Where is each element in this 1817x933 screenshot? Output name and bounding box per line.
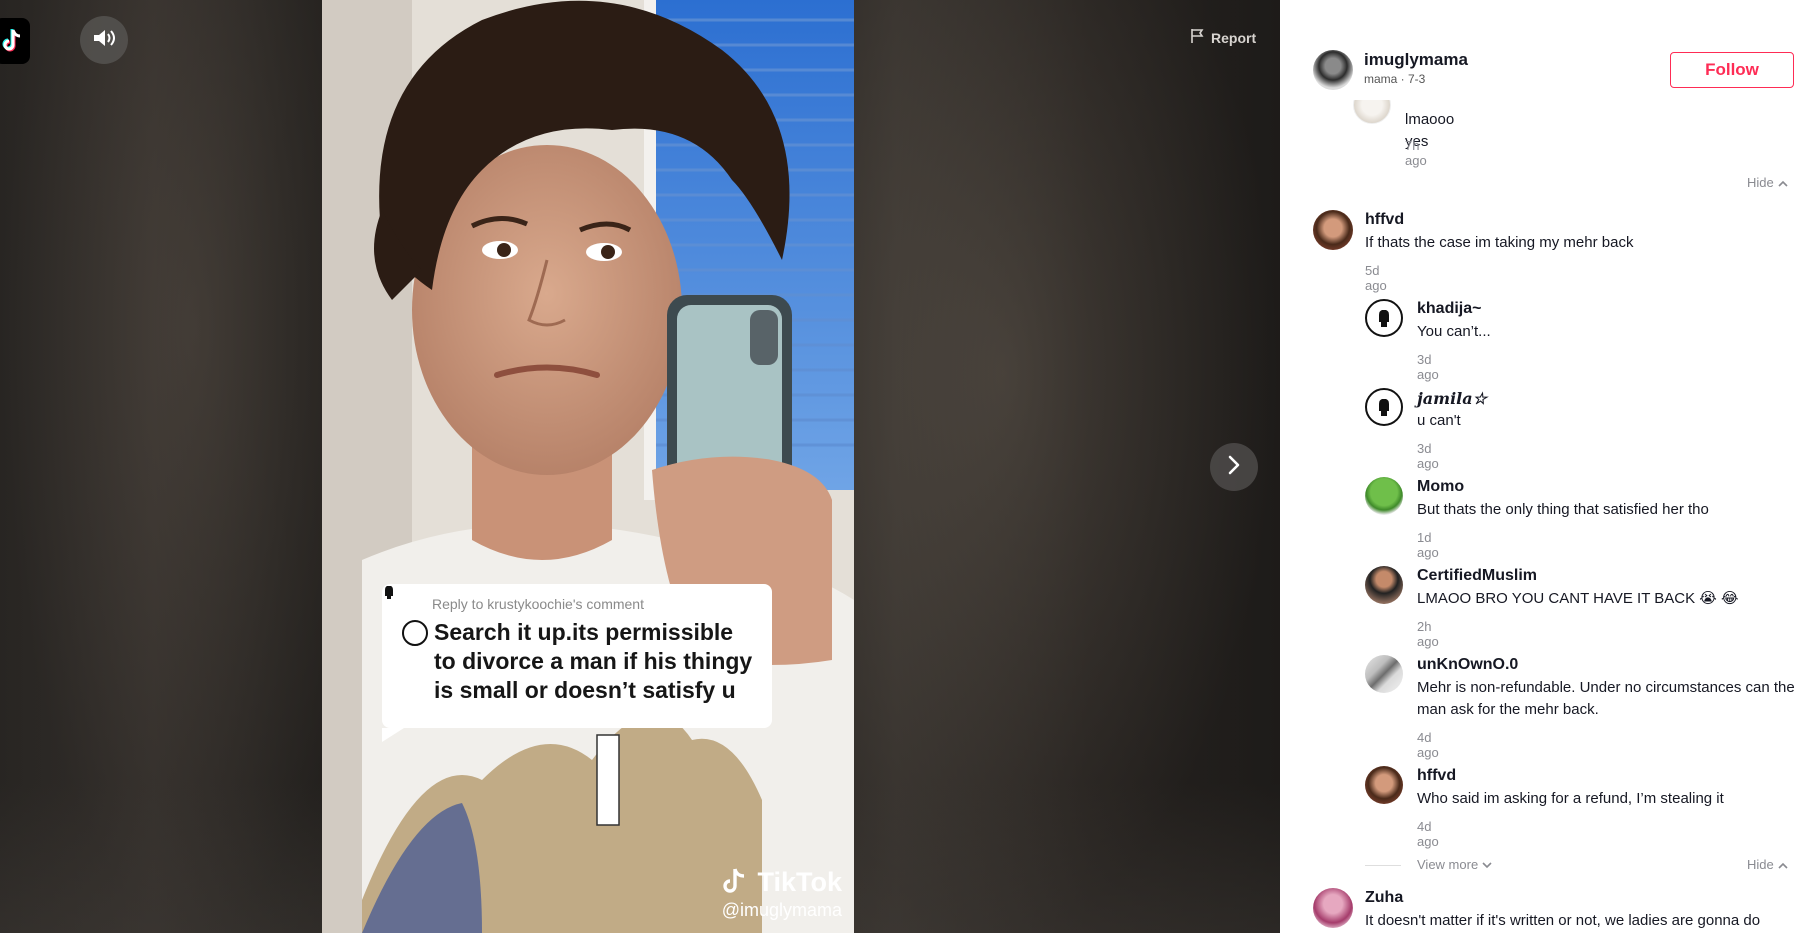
- hide-replies-button[interactable]: Hide: [1747, 175, 1788, 190]
- chevron-up-icon: [1778, 175, 1788, 190]
- watermark-handle: @imuglymama: [721, 900, 842, 920]
- comment-username[interactable]: hffvd: [1417, 767, 1456, 785]
- author-avatar[interactable]: [1313, 50, 1353, 90]
- avatar[interactable]: [1365, 655, 1403, 693]
- comment-time: 4d ago: [1417, 819, 1439, 849]
- follow-button[interactable]: Follow: [1670, 52, 1794, 88]
- raised-fist-icon[interactable]: [1365, 299, 1403, 337]
- author-nickname-date: mama · 7-3: [1364, 72, 1426, 86]
- comment-username[interactable]: hffvd: [1365, 211, 1404, 229]
- author-name[interactable]: imuglymama: [1364, 50, 1468, 70]
- tiktok-video-page: { "player": { "report_label": "Report", …: [0, 0, 1817, 933]
- avatar[interactable]: [1365, 766, 1403, 804]
- report-label: Report: [1211, 29, 1257, 46]
- chevron-up-icon: [1778, 857, 1788, 872]
- watermark-brand-text: TikTok: [757, 867, 842, 897]
- report-button[interactable]: Report: [1190, 28, 1256, 47]
- comment-username[interactable]: Zuha: [1365, 889, 1403, 907]
- speaker-icon: [92, 27, 116, 54]
- comment-username[interactable]: 𝒋𝒂𝒎𝒊𝒍𝒂☆: [1417, 389, 1487, 408]
- flag-icon: [1190, 28, 1204, 47]
- view-more-label: View more: [1417, 857, 1479, 872]
- comment-text: Who said im asking for a refund, I’m ste…: [1417, 790, 1724, 807]
- hide-replies-button[interactable]: Hide: [1747, 857, 1788, 872]
- comment-username[interactable]: CertifiedMuslim: [1417, 567, 1537, 585]
- view-more-replies-button[interactable]: View more: [1417, 857, 1492, 872]
- tiktok-watermark: TikTok @imuglymama: [722, 867, 842, 921]
- raised-fist-icon[interactable]: [1365, 388, 1403, 426]
- video-still-image: [322, 0, 854, 933]
- comment-time: 5d ago: [1365, 263, 1387, 293]
- avatar[interactable]: [1313, 888, 1353, 928]
- reply-context-label: Reply to krustykoochie's comment: [432, 596, 644, 612]
- comment-time: 1d ago: [1417, 530, 1439, 560]
- comment-time: 2h ago: [1417, 619, 1439, 649]
- comment-time: 3d ago: [1417, 441, 1439, 471]
- chevron-right-icon: [1227, 454, 1241, 481]
- video-player-area: Report Reply to krustykoochie's comment …: [0, 0, 1280, 933]
- hide-label: Hide: [1747, 857, 1774, 872]
- tiktok-logo-icon[interactable]: [0, 18, 30, 64]
- next-video-button[interactable]: [1210, 443, 1258, 491]
- comment-username[interactable]: khadija~: [1417, 300, 1481, 318]
- comment-time: 3d ago: [1417, 352, 1439, 382]
- comment-text: LMAOO BRO YOU CANT HAVE IT BACK 😭 😂: [1417, 590, 1739, 607]
- comment-text: But thats the only thing that satisfied …: [1417, 501, 1709, 518]
- comment-text: You can’t...: [1417, 323, 1491, 340]
- comment-text: Mehr is non-refundable. Under no circums…: [1417, 679, 1795, 718]
- comment-username[interactable]: unKnOwnO.0: [1417, 656, 1518, 674]
- avatar[interactable]: [1365, 477, 1403, 515]
- video-frame[interactable]: Reply to krustykoochie's comment Search …: [322, 0, 854, 933]
- chevron-down-icon: [1482, 857, 1492, 872]
- comment-text: If thats the case im taking my mehr back: [1365, 234, 1634, 251]
- avatar[interactable]: [1365, 566, 1403, 604]
- view-more-divider: [1365, 865, 1401, 866]
- comment-time: 4d ago: [1417, 730, 1439, 760]
- reply-comment-text: Search it up.its permissible to divorce …: [434, 619, 753, 703]
- comment-text: It doesn't matter if it's written or not…: [1365, 912, 1761, 929]
- post-author-header: imuglymama mama · 7-3 Follow: [1280, 0, 1817, 100]
- raised-fist-icon: [385, 586, 428, 646]
- comment-time: 7h ago: [1405, 138, 1427, 168]
- comment-username[interactable]: Momo: [1417, 478, 1464, 496]
- hide-label: Hide: [1747, 175, 1774, 190]
- sound-toggle-button[interactable]: [80, 16, 128, 64]
- avatar[interactable]: [1313, 210, 1353, 250]
- comments-panel: imuglymama mama · 7-3 Follow lmaooo yes …: [1280, 0, 1817, 933]
- reply-comment-sticker: Reply to krustykoochie's comment Search …: [382, 584, 772, 742]
- comment-text: u can't: [1417, 412, 1461, 429]
